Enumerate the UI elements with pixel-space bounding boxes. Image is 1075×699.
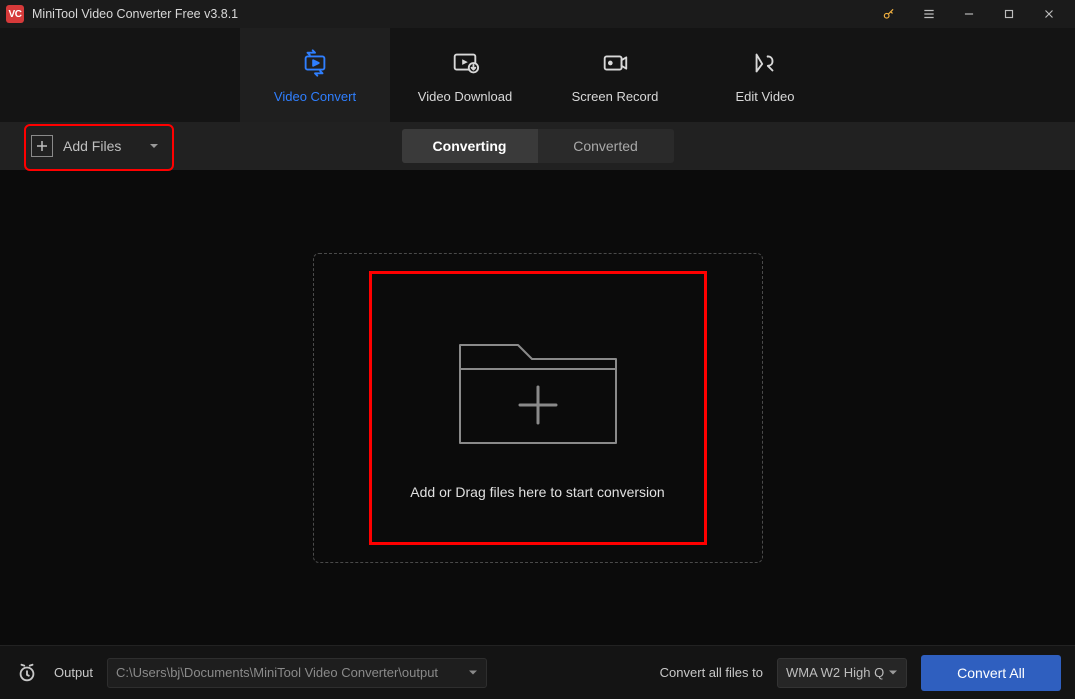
dropzone[interactable]: Add or Drag files here to start conversi… (313, 253, 763, 563)
app-logo-text: VC (9, 9, 22, 20)
chevron-down-icon (468, 665, 478, 680)
maximize-button[interactable] (989, 0, 1029, 28)
convert-all-label: Convert All (957, 665, 1025, 681)
seg-label: Converted (573, 138, 638, 154)
upgrade-key-icon[interactable] (869, 0, 909, 28)
seg-converted[interactable]: Converted (538, 129, 674, 163)
dropzone-text: Add or Drag files here to start conversi… (410, 484, 664, 500)
titlebar: VC MiniTool Video Converter Free v3.8.1 (0, 0, 1075, 28)
minimize-button[interactable] (949, 0, 989, 28)
chevron-down-icon (149, 138, 159, 154)
toolbar: Add Files Converting Converted (0, 122, 1075, 170)
tab-label: Video Download (418, 89, 512, 104)
convert-icon (300, 47, 330, 79)
close-button[interactable] (1029, 0, 1069, 28)
format-select[interactable]: WMA W2 High Q (777, 658, 907, 688)
output-path-value: C:\Users\bj\Documents\MiniTool Video Con… (116, 665, 438, 680)
tab-screen-record[interactable]: Screen Record (540, 28, 690, 122)
add-files-label: Add Files (63, 138, 121, 154)
tab-label: Edit Video (735, 89, 794, 104)
tabs-pad-left (0, 28, 240, 122)
dropzone-highlight: Add or Drag files here to start conversi… (369, 271, 707, 545)
bottombar: Output C:\Users\bj\Documents\MiniTool Vi… (0, 645, 1075, 699)
edit-icon (750, 47, 780, 79)
tab-edit-video[interactable]: Edit Video (690, 28, 840, 122)
format-selected-value: WMA W2 High Q (786, 665, 884, 680)
download-icon (450, 47, 480, 79)
app-title: MiniTool Video Converter Free v3.8.1 (32, 7, 238, 21)
app-logo: VC (6, 5, 24, 23)
output-label: Output (54, 665, 93, 680)
menu-button[interactable] (909, 0, 949, 28)
convert-all-button[interactable]: Convert All (921, 655, 1061, 691)
app-root: VC MiniTool Video Converter Free v3.8.1 (0, 0, 1075, 699)
main-area: Add or Drag files here to start conversi… (0, 170, 1075, 645)
tab-video-convert[interactable]: Video Convert (240, 28, 390, 122)
folder-plus-icon (448, 315, 628, 460)
convert-to-label: Convert all files to (660, 665, 763, 680)
record-icon (600, 47, 630, 79)
seg-converting[interactable]: Converting (402, 129, 538, 163)
seg-label: Converting (433, 138, 507, 154)
tab-label: Video Convert (274, 89, 356, 104)
tab-label: Screen Record (572, 89, 659, 104)
schedule-icon[interactable] (14, 662, 40, 684)
main-tabs: Video Convert Video Download (0, 28, 1075, 122)
add-files-plus-icon (31, 135, 53, 157)
tabs-pad-right (840, 28, 1075, 122)
output-path-select[interactable]: C:\Users\bj\Documents\MiniTool Video Con… (107, 658, 487, 688)
add-files-button[interactable]: Add Files (27, 129, 173, 163)
status-segmented: Converting Converted (402, 129, 674, 163)
tab-video-download[interactable]: Video Download (390, 28, 540, 122)
chevron-down-icon (888, 665, 898, 680)
